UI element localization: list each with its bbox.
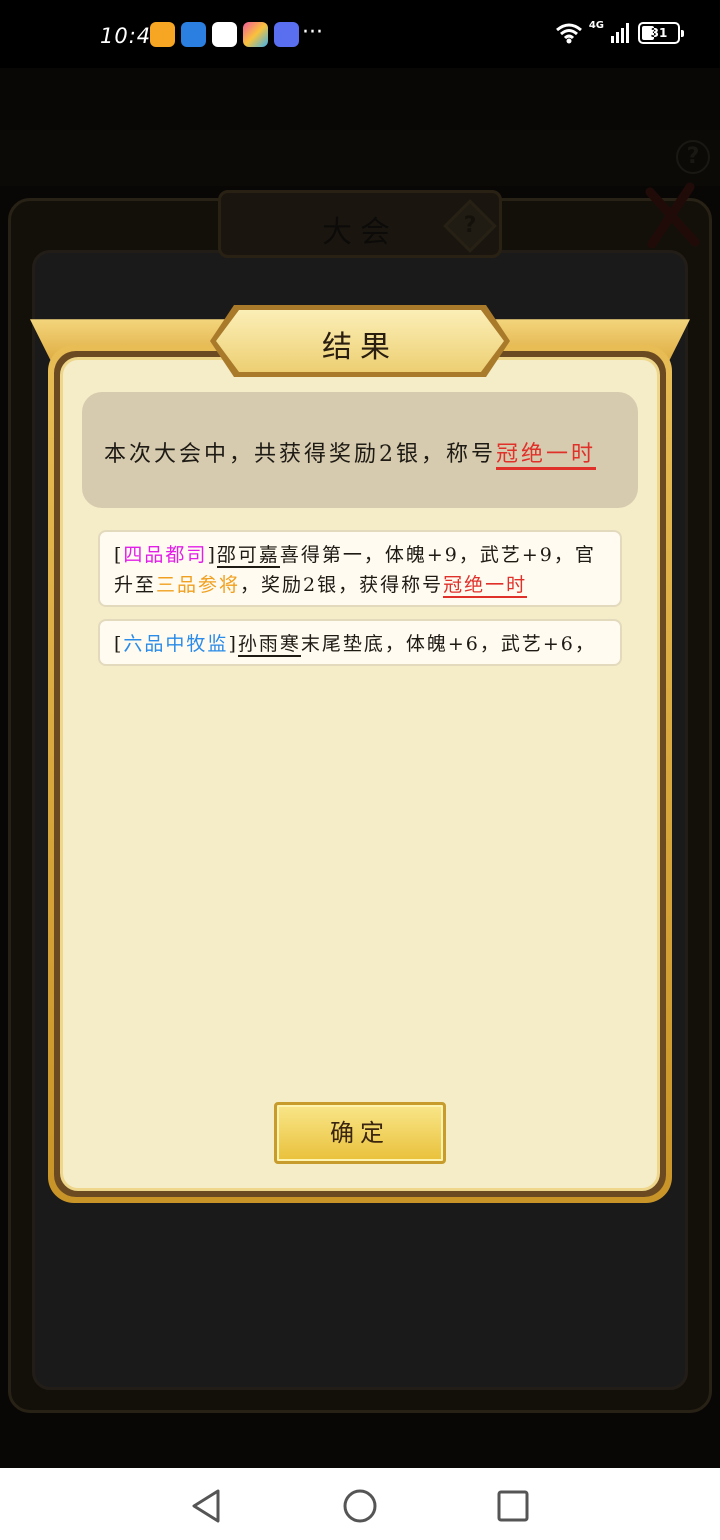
entry-new-rank: 三品参将 <box>156 574 241 596</box>
entry-rank: 四品都司 <box>123 544 208 566</box>
more-notifications-icon: ··· <box>302 20 323 45</box>
pinwheel-notification-icon <box>243 22 268 47</box>
entry-name[interactable]: 孙雨寒 <box>237 633 301 657</box>
status-bar: 10:44 ··· 4G 31 <box>0 0 720 68</box>
bracket-open: [ <box>114 544 124 566</box>
result-entry: [六品中牧监]孙雨寒末尾垫底，体魄+6，武艺+6， <box>98 619 622 666</box>
status-indicators: 4G 31 <box>555 19 684 44</box>
network-type: 4G <box>588 19 604 31</box>
confirm-button[interactable]: 确定 <box>274 1102 446 1164</box>
summary-prefix: 本次大会中，共获得奖励2银，称号 <box>104 442 496 467</box>
notification-icons <box>150 22 299 47</box>
entry-rank: 六品中牧监 <box>123 633 229 655</box>
bracket-close: ] <box>228 633 238 655</box>
wifi-icon <box>555 23 582 44</box>
baidu-notification-icon <box>212 22 237 47</box>
browser-notification-icon <box>181 22 206 47</box>
result-entry: [四品都司]邵可嘉喜得第一，体魄+9，武艺+9，官升至三品参将，奖励2银，获得称… <box>98 530 622 607</box>
summary-text: 本次大会中，共获得奖励2银，称号冠绝一时 <box>104 436 597 470</box>
back-icon[interactable] <box>186 1486 226 1526</box>
graduation-cap-notification-icon <box>274 22 299 47</box>
entry-text-2: ，奖励2银，获得称号 <box>240 574 444 596</box>
battery-icon: 31 <box>638 22 684 44</box>
result-dialog-title: 结果 <box>322 330 398 365</box>
navigation-bar <box>0 1468 720 1540</box>
entry-text: 末尾垫底，体魄+6，武艺+6， <box>300 633 596 655</box>
bracket-close: ] <box>207 544 217 566</box>
entry-title-name: 冠绝一时 <box>443 574 528 598</box>
entry-name[interactable]: 邵可嘉 <box>216 544 280 568</box>
summary-title-name: 冠绝一时 <box>496 442 597 470</box>
bracket-open: [ <box>114 633 124 655</box>
battery-level: 31 <box>650 26 668 40</box>
signal-icon <box>611 23 629 43</box>
app-notification-icon <box>150 22 175 47</box>
home-icon[interactable] <box>340 1486 380 1526</box>
recents-icon[interactable] <box>493 1486 533 1526</box>
